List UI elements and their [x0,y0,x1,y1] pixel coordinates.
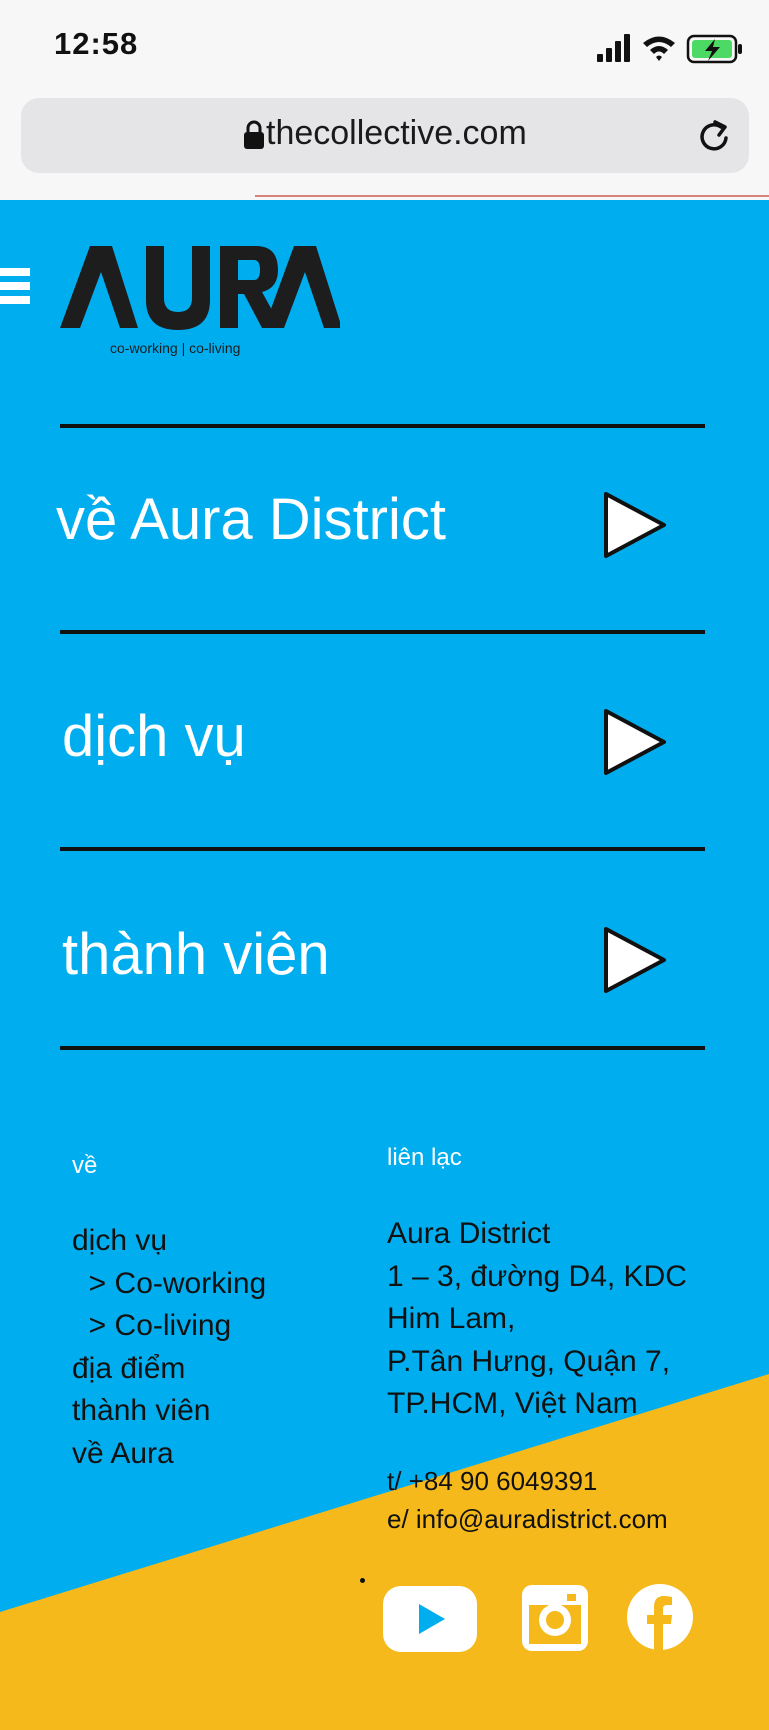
menu-divider [60,424,705,428]
loading-line [255,195,769,197]
play-arrow-icon [604,709,666,775]
aura-logo[interactable]: co-working | co-living [60,230,342,360]
aura-logo-mark [60,246,342,330]
url-text[interactable]: thecollective.com [266,114,527,153]
reload-icon[interactable] [695,116,733,156]
address-line: Aura District [387,1217,551,1250]
menu-item-label: dịch vụ [62,704,246,769]
address-line: TP.HCM, Việt Nam [387,1387,638,1420]
footer-link-coworking[interactable]: > Co-working [72,1267,267,1301]
instagram-icon[interactable] [522,1585,588,1651]
address-line: Him Lam, [387,1302,516,1335]
menu-divider [60,847,705,851]
menu-item-label: thành viên [62,922,330,987]
address-bar[interactable]: thecollective.com [21,98,749,173]
menu-divider [60,630,705,634]
menu-item-members[interactable]: thành viên [0,885,769,1035]
email-address[interactable]: e/ info@auradistrict.com [387,1504,668,1535]
menu-item-label: về Aura District [56,487,446,552]
status-icons [597,34,742,64]
play-arrow-icon [604,492,666,558]
menu-toggle-button[interactable] [0,268,30,312]
facebook-icon[interactable] [627,1584,693,1650]
address-line: 1 – 3, đường D4, KDC [387,1260,687,1293]
address-line: P.Tân Hưng, Quận 7, [387,1345,671,1378]
footer-contact-heading: liên lạc [387,1144,462,1171]
page-content: co-working | co-living về Aura District … [0,200,769,1730]
logo-tagline: co-working | co-living [110,340,241,356]
footer-about-heading: về [72,1152,98,1179]
footer-link-locations[interactable]: địa điểm [72,1352,185,1386]
phone-number[interactable]: t/ +84 90 6049391 [387,1466,597,1497]
status-time: 12:58 [54,26,139,61]
menu-divider [60,1046,705,1050]
menu-item-services[interactable]: dịch vụ [0,667,769,817]
footer-link-about-aura[interactable]: về Aura [72,1437,174,1471]
footer-link-members[interactable]: thành viên [72,1394,210,1428]
battery-charging-icon [686,34,742,64]
footer-link-services[interactable]: dịch vụ [72,1224,167,1258]
decorative-dot [360,1578,365,1583]
youtube-icon[interactable] [383,1586,477,1652]
signal-icon [597,34,630,62]
menu-item-about[interactable]: về Aura District [0,450,769,600]
lock-icon [244,120,264,149]
footer-link-coliving[interactable]: > Co-living [72,1309,232,1343]
play-arrow-icon [604,927,666,993]
wifi-icon [643,36,675,61]
status-bar: 12:58 [0,0,769,92]
